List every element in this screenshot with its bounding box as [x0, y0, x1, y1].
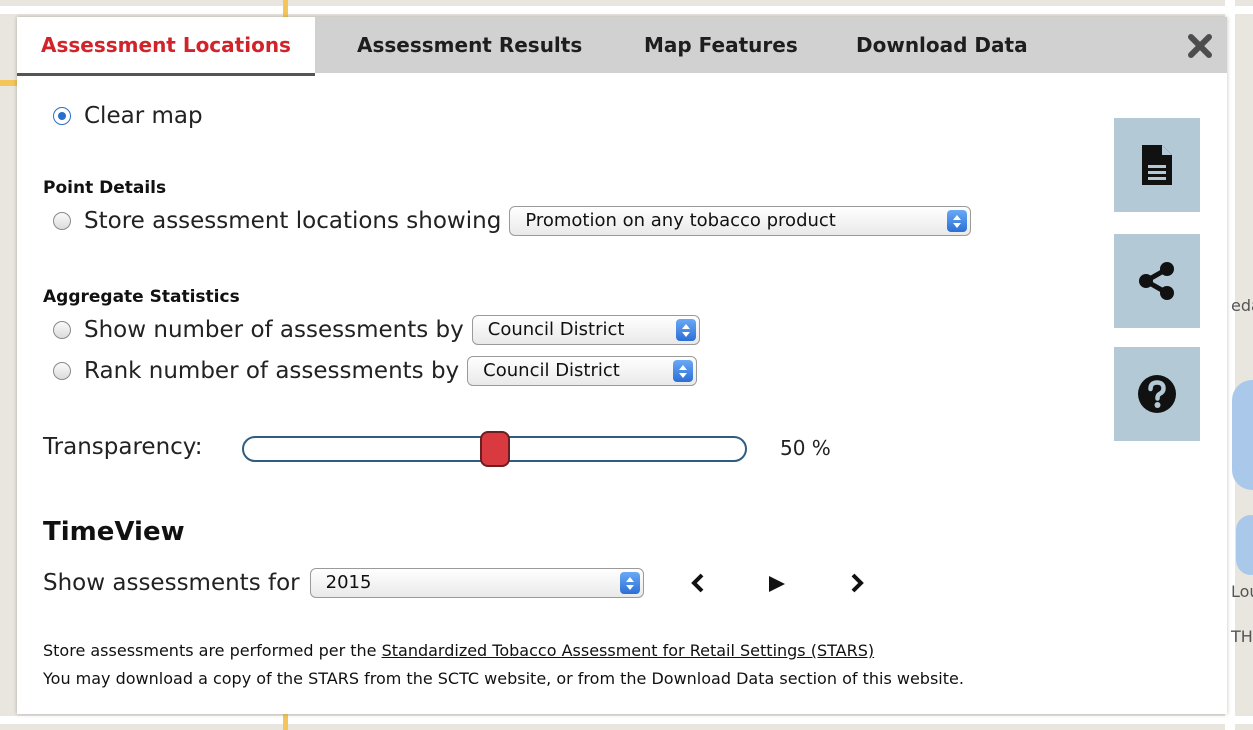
- next-year-button[interactable]: [849, 573, 865, 597]
- tab-assessment-locations[interactable]: Assessment Locations: [17, 17, 315, 76]
- timeview-row: Show assessments for 2015: [43, 568, 644, 598]
- show-number-option[interactable]: Show number of assessments by Council Di…: [53, 315, 700, 345]
- map-label: eda: [1231, 296, 1253, 315]
- select-stepper-icon: [675, 319, 696, 341]
- select-stepper-icon: [947, 210, 968, 232]
- rank-number-select[interactable]: Council District: [467, 356, 698, 386]
- clear-map-option[interactable]: Clear map: [53, 103, 203, 129]
- transparency-label: Transparency:: [43, 434, 203, 460]
- prev-icon: [691, 573, 704, 593]
- play-button[interactable]: [767, 574, 787, 598]
- tab-map-features[interactable]: Map Features: [644, 17, 798, 73]
- promotion-select[interactable]: Promotion on any tobacco product: [509, 206, 972, 236]
- point-details-option[interactable]: Store assessment locations showing Promo…: [53, 206, 972, 236]
- assessment-panel: Assessment Locations Assessment Results …: [17, 17, 1227, 714]
- next-icon: [851, 573, 864, 593]
- transparency-slider[interactable]: [242, 431, 747, 467]
- aggregate-heading: Aggregate Statistics: [43, 287, 240, 307]
- close-icon: [1188, 34, 1212, 58]
- prev-year-button[interactable]: [690, 573, 706, 597]
- show-number-label: Show number of assessments by: [84, 317, 464, 343]
- timeview-heading: TimeView: [43, 517, 185, 547]
- map-label: Lou: [1231, 582, 1253, 601]
- timeview-label: Show assessments for: [43, 570, 300, 596]
- transparency-value: 50 %: [780, 436, 831, 460]
- rank-number-radio[interactable]: [53, 362, 71, 380]
- tab-assessment-results[interactable]: Assessment Results: [357, 17, 582, 73]
- point-details-radio[interactable]: [53, 212, 71, 230]
- share-icon: [1139, 262, 1174, 300]
- help-icon: [1138, 375, 1176, 413]
- rank-number-option[interactable]: Rank number of assessments by Council Di…: [53, 356, 698, 386]
- clear-map-label: Clear map: [84, 103, 203, 129]
- rank-number-label: Rank number of assessments by: [84, 358, 460, 384]
- play-icon: [769, 576, 785, 592]
- year-select-value: 2015: [325, 572, 372, 593]
- show-number-select-value: Council District: [487, 319, 625, 340]
- stars-link[interactable]: Standardized Tobacco Assessment for Reta…: [382, 641, 875, 660]
- point-details-label: Store assessment locations showing: [84, 208, 502, 234]
- footer-line-1: Store assessments are performed per the …: [43, 641, 874, 660]
- show-number-select[interactable]: Council District: [471, 315, 700, 345]
- year-select[interactable]: 2015: [309, 568, 644, 598]
- footer-line-2: You may download a copy of the STARS fro…: [43, 669, 964, 688]
- point-details-heading: Point Details: [43, 178, 167, 198]
- clear-map-radio[interactable]: [53, 107, 71, 125]
- help-button[interactable]: [1114, 347, 1200, 441]
- select-stepper-icon: [619, 572, 640, 594]
- show-number-radio[interactable]: [53, 321, 71, 339]
- rank-number-select-value: Council District: [483, 360, 620, 381]
- map-label: TH: [1231, 627, 1253, 646]
- document-icon: [1142, 145, 1172, 185]
- share-button[interactable]: [1114, 234, 1200, 328]
- tab-download-data[interactable]: Download Data: [856, 17, 1028, 73]
- tab-bar: Assessment Locations Assessment Results …: [17, 17, 1227, 76]
- close-button[interactable]: [1183, 29, 1217, 63]
- transparency-slider-handle[interactable]: [480, 431, 510, 467]
- footer-prefix: Store assessments are performed per the: [43, 641, 382, 660]
- select-stepper-icon: [673, 360, 694, 382]
- promotion-select-value: Promotion on any tobacco product: [525, 210, 836, 231]
- document-button[interactable]: [1114, 118, 1200, 212]
